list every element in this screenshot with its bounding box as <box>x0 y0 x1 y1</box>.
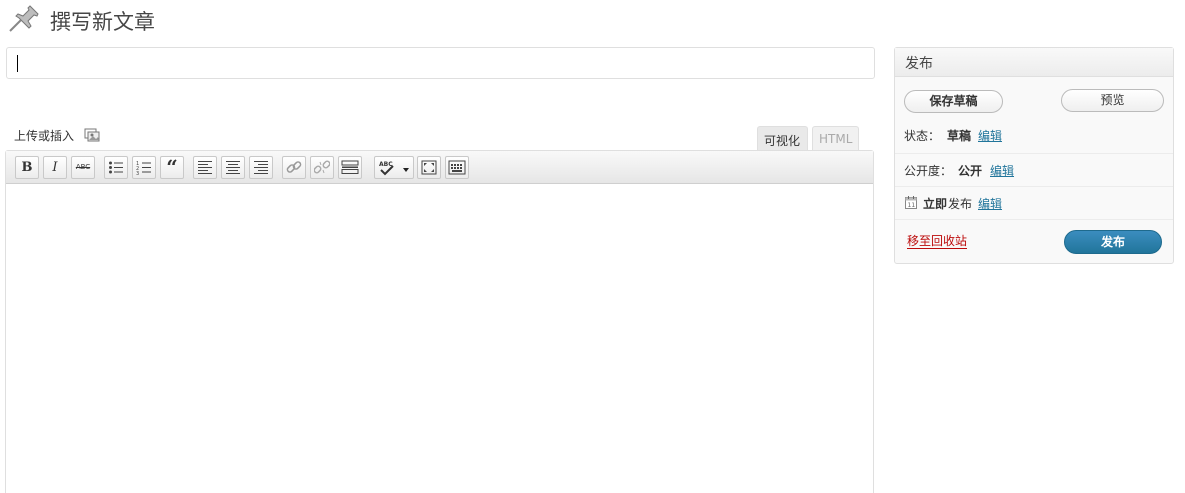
kitchen-sink-icon[interactable] <box>445 156 469 179</box>
save-draft-button[interactable]: 保存草稿 <box>904 90 1003 113</box>
link-icon[interactable] <box>282 156 306 179</box>
align-left-icon[interactable] <box>193 156 217 179</box>
italic-icon[interactable]: I <box>43 156 67 179</box>
upload-media-icon[interactable] <box>84 127 102 143</box>
bullet-list-icon[interactable] <box>104 156 128 179</box>
text-caret <box>17 55 18 72</box>
publish-box: 发布 保存草稿 预览 状态： 草稿 编辑 公开度： 公开 编辑 11 立即 发布… <box>894 47 1174 264</box>
visibility-value: 公开 <box>958 164 983 178</box>
fullscreen-icon[interactable] <box>417 156 441 179</box>
unlink-icon[interactable] <box>310 156 334 179</box>
move-to-trash-link[interactable]: 移至回收站 <box>907 234 968 249</box>
schedule-row: 11 立即 发布 编辑 <box>895 186 1173 219</box>
bold-icon[interactable]: B <box>15 156 39 179</box>
preview-button[interactable]: 预览 <box>1061 89 1164 112</box>
calendar-icon: 11 <box>905 196 917 212</box>
visibility-edit-link[interactable]: 编辑 <box>990 162 1014 179</box>
publish-actions: 移至回收站 发布 <box>895 219 1173 264</box>
numbered-list-icon[interactable]: 123 <box>132 156 156 179</box>
schedule-label: 发布 <box>948 197 973 211</box>
svg-text:3: 3 <box>136 171 139 175</box>
post-editor: B I ABC 123 “ ABC <box>5 150 874 493</box>
more-tag-icon[interactable] <box>338 156 362 179</box>
publish-button[interactable]: 发布 <box>1064 230 1162 254</box>
visibility-label: 公开度： <box>904 164 953 178</box>
post-title-input[interactable] <box>6 47 875 79</box>
tab-html[interactable]: HTML <box>812 126 859 151</box>
spellcheck-icon[interactable]: ABC <box>374 156 414 179</box>
tab-visual[interactable]: 可视化 <box>757 126 808 151</box>
schedule-edit-link[interactable]: 编辑 <box>978 195 1002 212</box>
editor-toolbar: B I ABC 123 “ ABC <box>6 151 873 184</box>
status-row: 状态： 草稿 编辑 <box>895 119 1173 152</box>
align-right-icon[interactable] <box>249 156 273 179</box>
status-label: 状态： <box>904 129 941 143</box>
upload-insert-label: 上传或插入 <box>14 129 75 143</box>
publish-box-title: 发布 <box>895 48 1173 77</box>
svg-text:11: 11 <box>908 202 916 209</box>
status-value: 草稿 <box>947 129 972 143</box>
schedule-value: 立即 <box>923 197 948 211</box>
status-edit-link[interactable]: 编辑 <box>978 127 1002 144</box>
page-title: 撰写新文章 <box>50 10 155 34</box>
strikethrough-icon[interactable]: ABC <box>71 156 95 179</box>
editor-content-area[interactable] <box>6 185 873 493</box>
blockquote-icon[interactable]: “ <box>160 156 184 179</box>
visibility-row: 公开度： 公开 编辑 <box>895 153 1173 186</box>
align-center-icon[interactable] <box>221 156 245 179</box>
pushpin-icon <box>6 4 40 34</box>
